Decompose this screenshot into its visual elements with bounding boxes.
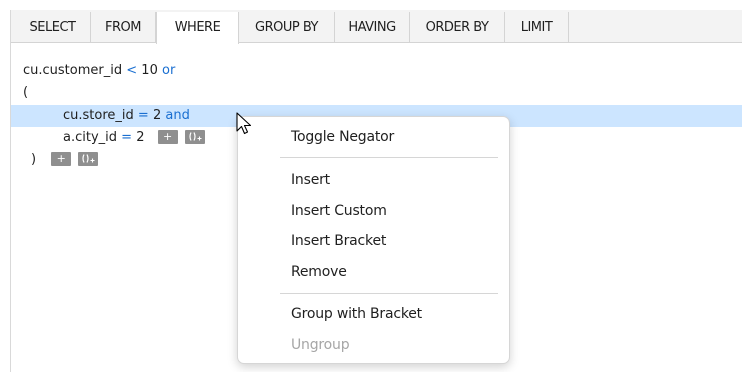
clause-tab-bar: SELECT FROM WHERE GROUP BY HAVING ORDER … [11,10,742,44]
menu-separator [280,293,498,294]
menu-item-insert-custom[interactable]: Insert Custom [291,198,387,224]
insert-function-button[interactable] [184,129,205,144]
tab-from[interactable]: FROM [91,12,156,43]
context-menu: Toggle Negator Insert Insert Custom Inse… [237,116,510,364]
condition-value[interactable]: 10 [141,63,158,78]
operator[interactable]: = [121,130,132,145]
insert-function-button[interactable] [78,151,99,166]
menu-item-insert-bracket[interactable]: Insert Bracket [291,228,386,254]
open-bracket[interactable]: ( [23,85,28,100]
tab-order-by[interactable]: ORDER BY [410,12,505,43]
condition-value[interactable]: 2 [153,108,161,123]
field-name[interactable]: a.city_id [63,130,117,145]
tab-limit[interactable]: LIMIT [505,12,569,43]
add-condition-button[interactable]: + [51,151,72,166]
condition-line[interactable]: cu.customer_id < 10 or [23,60,175,82]
condition-line[interactable]: a.city_id = 2 + [63,127,205,149]
field-name[interactable]: cu.store_id [63,108,134,123]
add-condition-button[interactable]: + [157,129,178,144]
function-plus-icon [82,153,95,163]
menu-separator [280,157,498,158]
tab-where[interactable]: WHERE [156,12,239,44]
tab-select[interactable]: SELECT [15,12,91,43]
menu-item-toggle-negator[interactable]: Toggle Negator [291,124,394,150]
plus-icon: + [163,129,173,143]
function-plus-icon [189,131,202,141]
mouse-pointer-icon [236,112,252,135]
logical-operator[interactable]: or [162,63,175,78]
condition-value[interactable]: 2 [136,130,144,145]
close-bracket-line[interactable]: ) + [31,149,99,171]
tab-having[interactable]: HAVING [335,12,410,43]
operator[interactable]: < [126,63,137,78]
menu-item-remove[interactable]: Remove [291,259,347,285]
plus-icon: + [56,151,66,165]
logical-operator[interactable]: and [165,108,189,123]
close-bracket[interactable]: ) [31,152,36,167]
operator[interactable]: = [138,108,149,123]
menu-item-ungroup: Ungroup [291,337,350,353]
tab-group-by[interactable]: GROUP BY [239,12,335,43]
field-name[interactable]: cu.customer_id [23,63,122,78]
menu-item-insert[interactable]: Insert [291,167,330,193]
open-bracket-line[interactable]: ( [23,82,28,104]
menu-item-group-with-bracket[interactable]: Group with Bracket [291,301,422,327]
